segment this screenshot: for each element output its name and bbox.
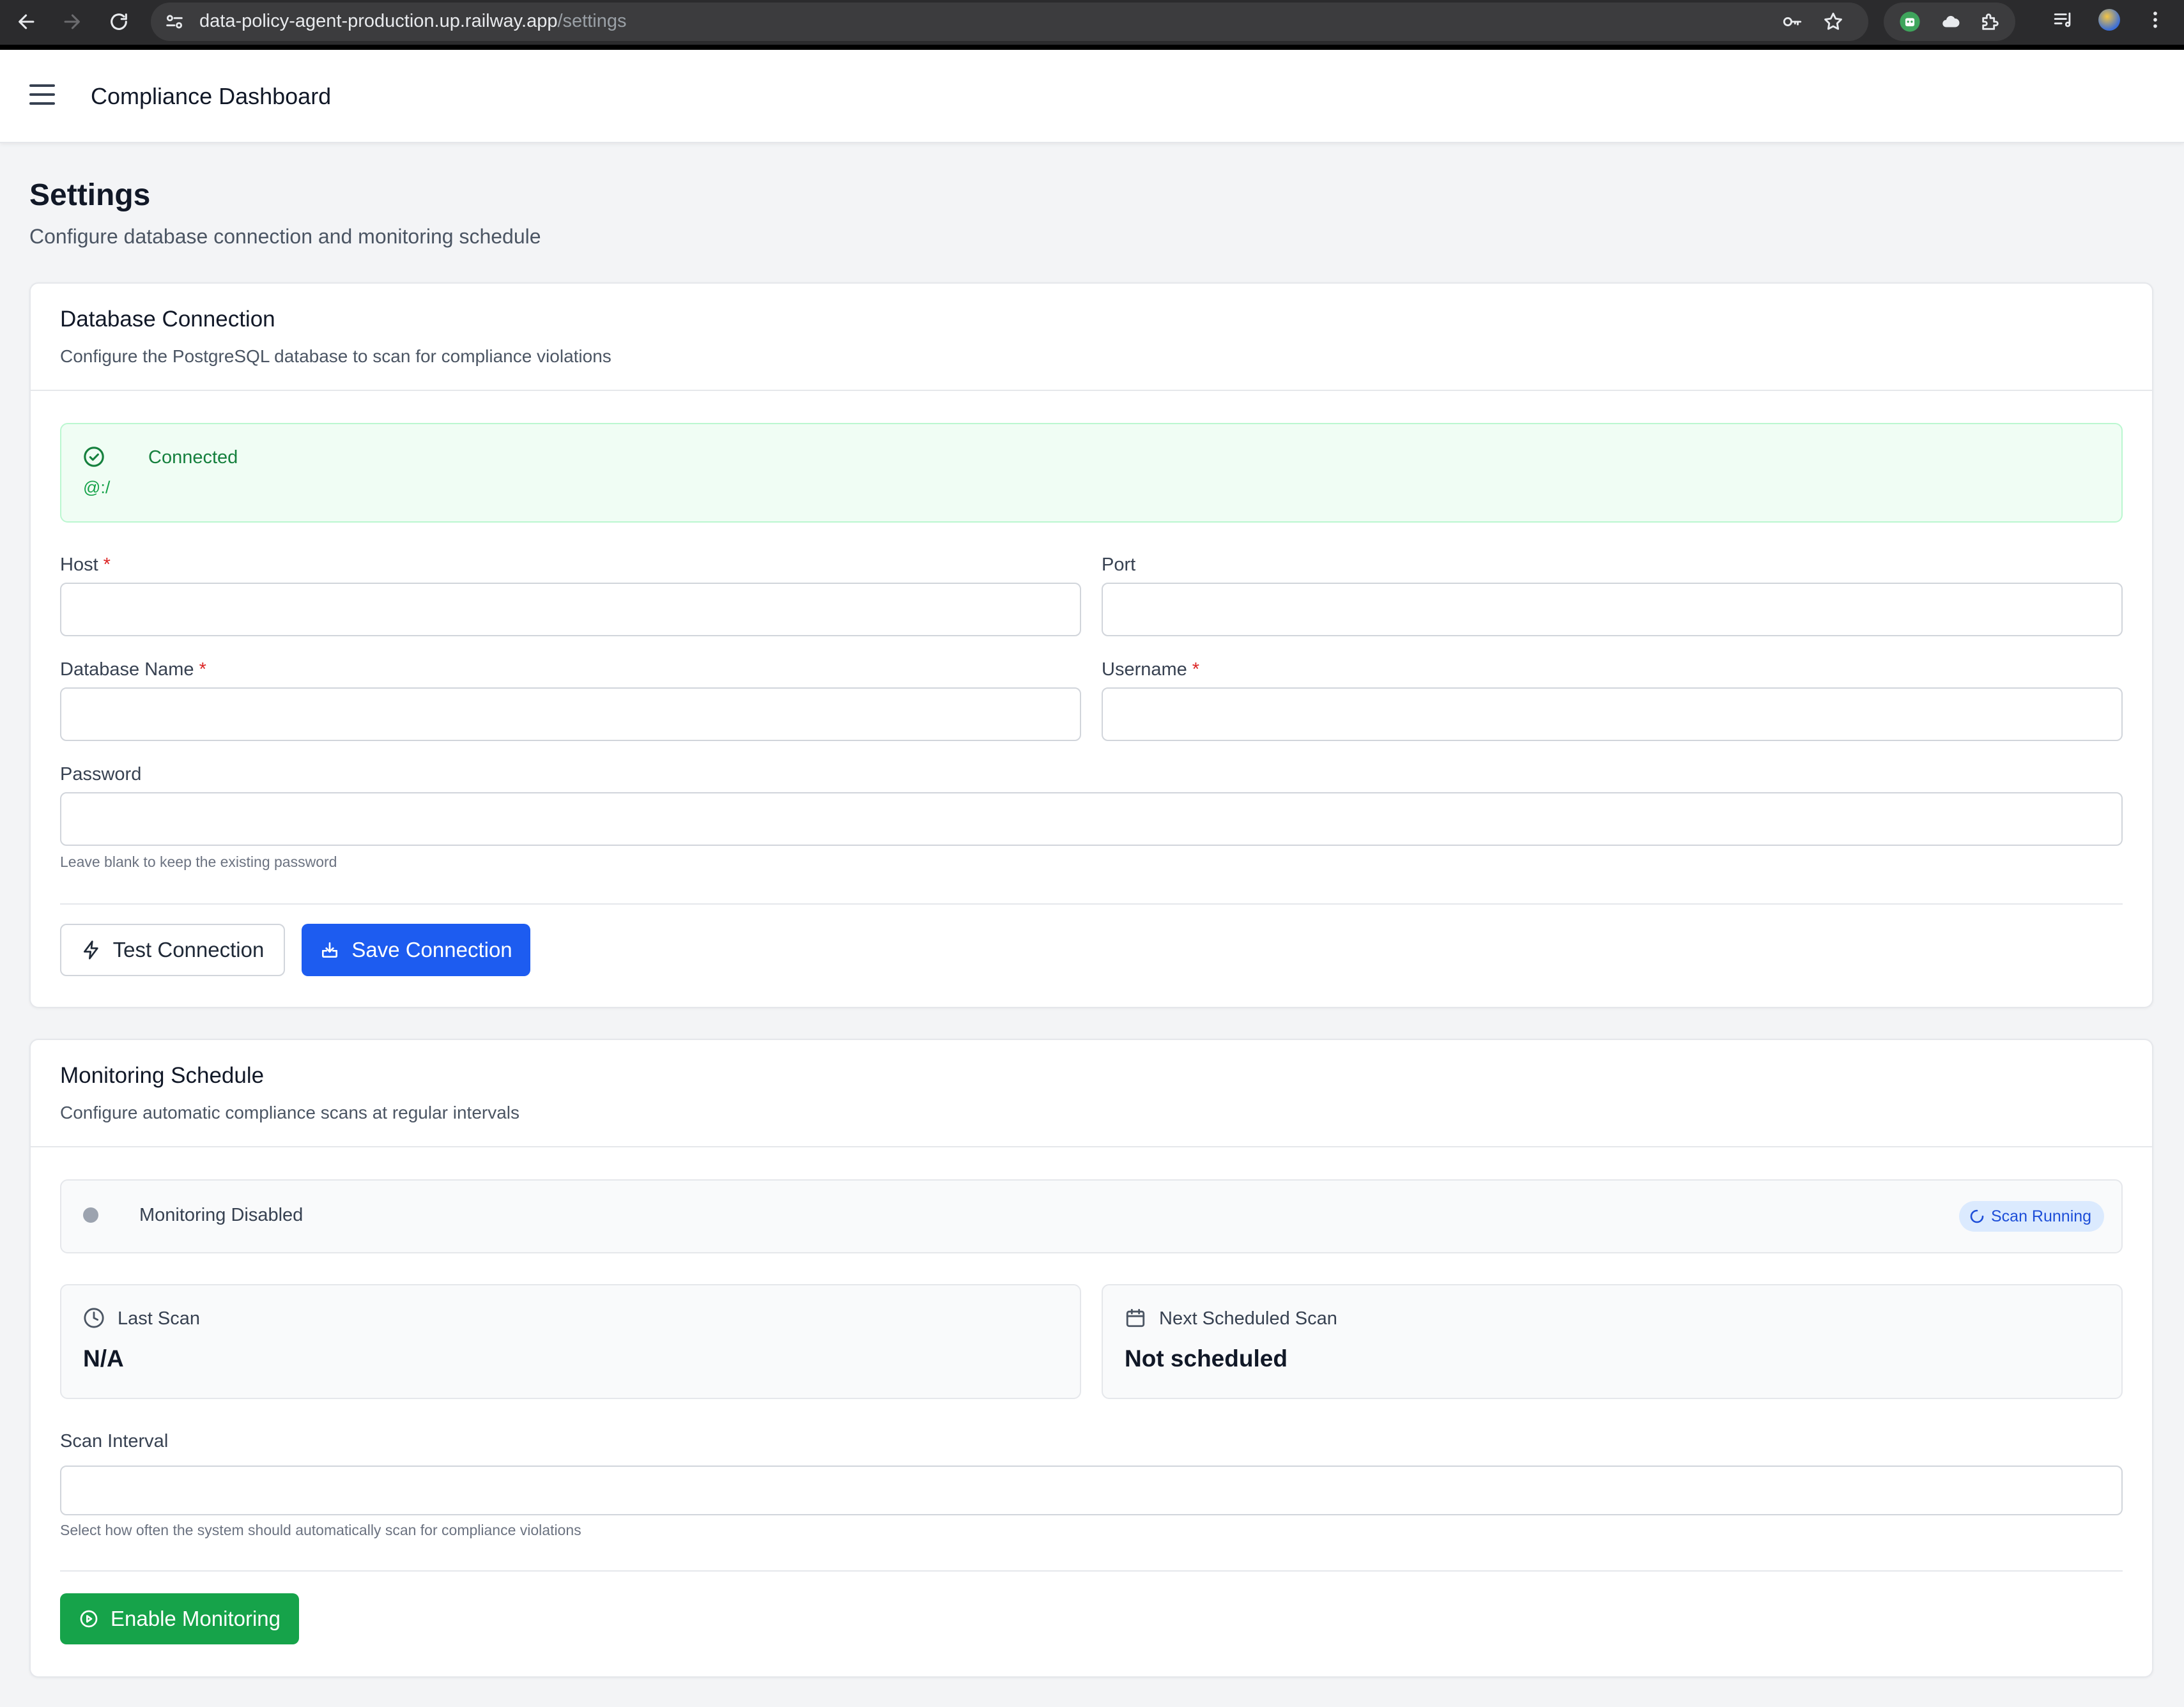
connection-status-detail: @:/: [83, 478, 111, 497]
host-input[interactable]: [60, 583, 1081, 636]
username-label: Username *: [1102, 659, 1199, 680]
port-label: Port: [1102, 555, 1136, 575]
scan-running-label: Scan Running: [1991, 1207, 2092, 1225]
required-marker: *: [199, 659, 206, 680]
save-connection-label: Save Connection: [351, 938, 512, 961]
card-divider: [60, 903, 2123, 905]
database-name-input[interactable]: [60, 687, 1081, 741]
save-download-icon: [322, 942, 338, 958]
next-scan-value: Not scheduled: [1125, 1345, 1288, 1372]
required-marker: *: [103, 555, 111, 575]
reading-list-icon[interactable]: [2052, 9, 2074, 31]
extensions-puzzle-icon[interactable]: [1980, 11, 2001, 33]
port-input[interactable]: [1102, 583, 2123, 636]
url-text: data-policy-agent-production.up.railway.…: [199, 11, 626, 32]
host-label-text: Host: [60, 555, 98, 575]
card-description: Configure automatic compliance scans at …: [60, 1103, 520, 1122]
save-connection-button[interactable]: Save Connection: [302, 924, 530, 976]
browser-toolbar: data-policy-agent-production.up.railway.…: [0, 0, 2184, 50]
extensions-group: [1884, 3, 2015, 41]
username-label-text: Username: [1102, 659, 1187, 680]
calendar-icon: [1126, 1308, 1145, 1328]
url-path: /settings: [557, 11, 627, 31]
scan-interval-hint: Select how often the system should autom…: [60, 1522, 581, 1538]
site-settings-icon[interactable]: [164, 11, 185, 33]
connection-status-label: Connected: [148, 447, 238, 468]
card-title: Database Connection: [60, 307, 275, 332]
test-connection-label: Test Connection: [112, 938, 265, 961]
arrow-right-icon: [64, 14, 80, 29]
extension-robot-icon[interactable]: [1899, 11, 1921, 33]
test-connection-button[interactable]: Test Connection: [60, 924, 285, 976]
spinner-icon: [1970, 1209, 1984, 1223]
connection-status-banner: Connected @:/: [60, 423, 2123, 523]
last-scan-label: Last Scan: [118, 1308, 200, 1329]
bookmark-star-icon[interactable]: [1822, 11, 1844, 33]
password-input[interactable]: [60, 792, 2123, 846]
page-subtitle: Configure database connection and monito…: [29, 225, 541, 248]
page-title: Settings: [29, 178, 151, 212]
monitoring-status-label: Monitoring Disabled: [139, 1205, 304, 1225]
menu-icon[interactable]: [29, 84, 55, 107]
host-label: Host *: [60, 555, 111, 576]
scan-interval-select[interactable]: [60, 1466, 2123, 1515]
clock-icon: [84, 1308, 104, 1328]
last-scan-value: N/A: [83, 1345, 124, 1372]
address-bar[interactable]: data-policy-agent-production.up.railway.…: [151, 3, 1868, 41]
scan-interval-label: Scan Interval: [60, 1431, 169, 1451]
enable-monitoring-label: Enable Monitoring: [111, 1607, 281, 1630]
monitoring-status-banner: Monitoring Disabled Scan Running: [60, 1179, 2123, 1253]
lightning-icon: [83, 940, 98, 960]
card-divider: [60, 1570, 2123, 1572]
extension-cloud-icon[interactable]: [1940, 11, 1962, 33]
next-scan-tile: Next Scheduled Scan Not scheduled: [1102, 1284, 2123, 1399]
url-host: data-policy-agent-production.up.railway.…: [199, 11, 558, 31]
check-circle-icon: [84, 447, 104, 467]
last-scan-tile: Last Scan N/A: [60, 1284, 1081, 1399]
enable-monitoring-button[interactable]: Enable Monitoring: [60, 1593, 299, 1644]
profile-avatar[interactable]: [2098, 9, 2120, 31]
card-header: Monitoring Schedule Configure automatic …: [31, 1040, 2152, 1147]
app-title: Compliance Dashboard: [91, 83, 332, 109]
password-key-icon[interactable]: [1781, 11, 1803, 33]
password-label: Password: [60, 764, 142, 785]
play-circle-icon: [80, 1610, 98, 1628]
reload-icon: [111, 13, 127, 30]
required-marker: *: [1192, 659, 1200, 680]
card-title: Monitoring Schedule: [60, 1063, 265, 1088]
more-menu-icon[interactable]: [2144, 9, 2166, 31]
card-header: Database Connection Configure the Postgr…: [31, 284, 2152, 391]
next-scan-label: Next Scheduled Scan: [1159, 1308, 1337, 1329]
browser-divider: [0, 45, 2184, 50]
forward-button[interactable]: [56, 6, 87, 37]
reload-button[interactable]: [104, 6, 134, 37]
scan-running-badge: Scan Running: [1959, 1201, 2105, 1232]
database-name-label: Database Name *: [60, 659, 206, 680]
username-input[interactable]: [1102, 687, 2123, 741]
password-hint: Leave blank to keep the existing passwor…: [60, 854, 337, 870]
back-button[interactable]: [12, 6, 42, 37]
app-header: Compliance Dashboard: [0, 50, 2184, 143]
status-dot: [83, 1207, 98, 1223]
monitoring-schedule-card: Monitoring Schedule Configure automatic …: [29, 1039, 2153, 1678]
database-connection-card: Database Connection Configure the Postgr…: [29, 282, 2153, 1008]
card-description: Configure the PostgreSQL database to sca…: [60, 346, 611, 366]
database-name-label-text: Database Name: [60, 659, 194, 680]
arrow-left-icon: [19, 14, 35, 29]
